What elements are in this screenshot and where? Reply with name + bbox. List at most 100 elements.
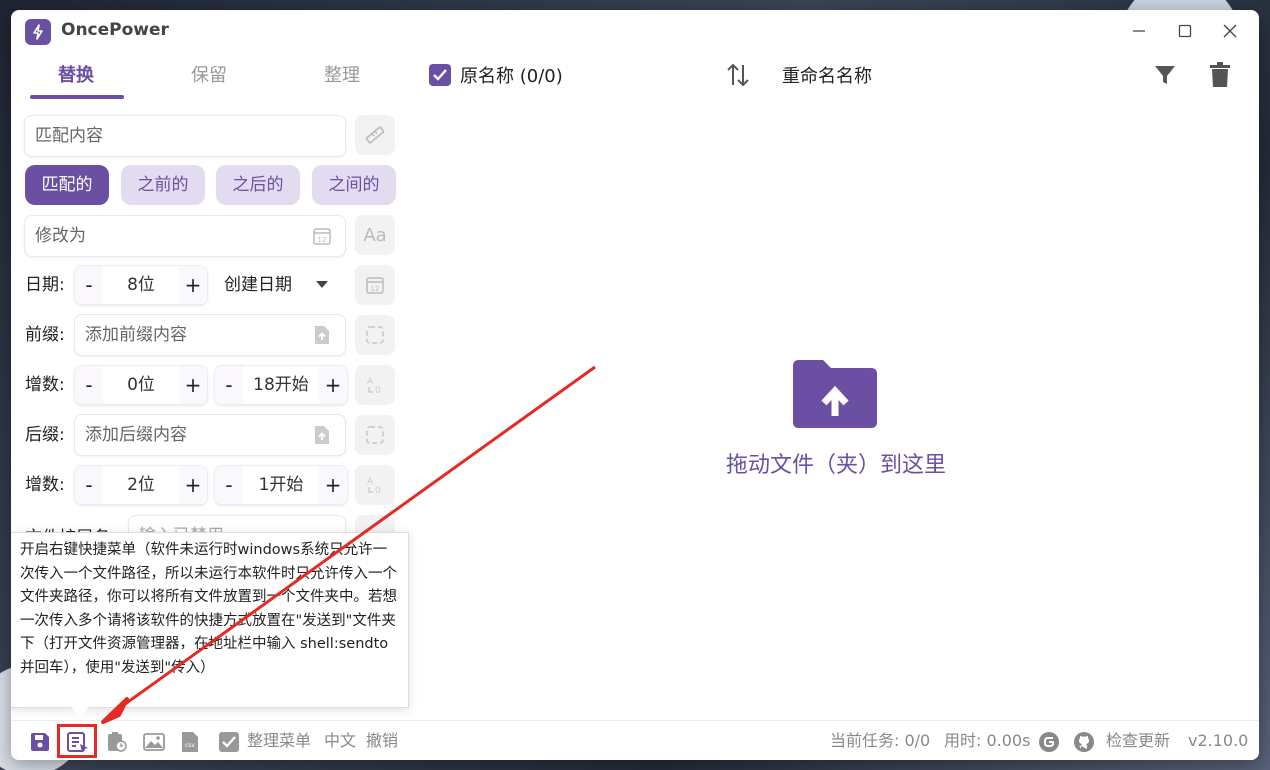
ruler-icon (365, 126, 385, 144)
prefix-counter-start-stepper[interactable]: - 18开始 + (214, 365, 348, 405)
date-digits-decrement[interactable]: - (75, 266, 103, 304)
prefix-counter-digits-increment[interactable]: + (179, 366, 207, 404)
prefix-counter-label: 增数: (25, 375, 65, 395)
prefix-counter-format-button[interactable]: A0 (355, 365, 395, 405)
suffix-input[interactable]: 添加后缀内容 (74, 414, 346, 456)
suffix-label: 后缀: (25, 425, 65, 445)
trash-icon (1210, 62, 1230, 87)
prefix-placeholder: 添加前缀内容 (85, 325, 187, 345)
date-insert-button[interactable]: 12 (355, 265, 395, 305)
svg-text:12: 12 (318, 236, 327, 244)
highlight-annotation (57, 724, 97, 758)
dropzone-text: 拖动文件（夹）到这里 (725, 453, 946, 478)
suffix-counter-digits-value: 2位 (127, 475, 155, 495)
tooltip-arrow (71, 707, 89, 716)
app-window: OncePower 替换 保留 整理 匹配内容 匹配的 之前的 之后的 之间的 … (11, 10, 1259, 760)
check-icon (433, 69, 447, 81)
svg-text:A: A (367, 377, 374, 387)
date-label: 日期: (25, 275, 65, 295)
date-type-select[interactable]: 创建日期 (224, 265, 334, 305)
match-content-input[interactable]: 匹配内容 (24, 115, 346, 157)
prefix-counter-start-decrement[interactable]: - (215, 366, 243, 404)
suffix-placeholder: 添加后缀内容 (85, 425, 187, 445)
image-button[interactable] (143, 731, 165, 753)
svg-text:12: 12 (371, 285, 380, 293)
undo-button[interactable]: 撤销 (366, 730, 398, 752)
suffix-counter-label: 增数: (25, 475, 65, 495)
github-icon (1074, 732, 1094, 752)
modify-to-input[interactable]: 修改为 12 (24, 215, 346, 257)
image-icon (143, 733, 165, 751)
maximize-button[interactable] (1170, 18, 1200, 44)
mode-after-button[interactable]: 之后的 (216, 165, 300, 205)
suffix-counter-format-button[interactable]: A0 (355, 465, 395, 505)
mode-match-button[interactable]: 匹配的 (25, 165, 109, 205)
chevron-down-icon (316, 281, 328, 288)
suffix-counter-digits-stepper[interactable]: - 2位 + (74, 465, 208, 505)
save-icon (31, 733, 49, 751)
github-link[interactable] (1073, 731, 1095, 753)
sort-alpha-numeric-icon: A0 (367, 377, 381, 396)
elapsed-time: 用时: 0.00s (944, 731, 1031, 750)
version-label: v2.10.0 (1188, 731, 1249, 750)
ruler-button[interactable] (355, 115, 395, 155)
calendar-icon[interactable]: 12 (313, 226, 331, 246)
csv-export-button[interactable]: csv (179, 731, 201, 753)
clipboard-history-button[interactable] (106, 731, 128, 753)
app-title: OncePower (61, 20, 169, 40)
organize-menu-label[interactable]: 整理菜单 (247, 730, 311, 752)
date-digits-increment[interactable]: + (179, 266, 207, 304)
suffix-counter-start-decrement[interactable]: - (215, 466, 243, 504)
rename-name-header: 重命名名称 (782, 66, 872, 87)
suffix-counter-start-stepper[interactable]: - 1开始 + (214, 465, 348, 505)
prefix-counter-digits-decrement[interactable]: - (75, 366, 103, 404)
date-type-value: 创建日期 (224, 275, 292, 295)
gitee-icon (1039, 732, 1059, 752)
mode-before-button[interactable]: 之前的 (121, 165, 205, 205)
minimize-button[interactable] (1124, 18, 1154, 44)
context-menu-tooltip: 开启右键快捷菜单（软件未运行时windows系统只允许一次传入一个文件路径，所以… (11, 532, 409, 708)
sort-alpha-numeric-icon: A0 (367, 477, 381, 496)
tab-organize[interactable]: 整理 (295, 58, 389, 98)
check-update-link[interactable]: 检查更新 (1106, 730, 1170, 752)
date-digits-value: 8位 (127, 275, 155, 295)
prefix-expand-button[interactable] (355, 315, 395, 355)
gitee-link[interactable] (1038, 731, 1060, 753)
filter-icon (1155, 66, 1175, 84)
dropzone[interactable]: 拖动文件（夹）到这里 (711, 355, 961, 485)
prefix-input[interactable]: 添加前缀内容 (74, 314, 346, 356)
svg-text:0: 0 (375, 386, 381, 396)
filter-button[interactable] (1153, 63, 1177, 87)
expand-frame-icon (366, 326, 384, 344)
save-button[interactable] (29, 731, 51, 753)
file-upload-icon[interactable] (313, 325, 331, 345)
file-upload-icon[interactable] (313, 425, 331, 445)
prefix-label: 前缀: (25, 325, 65, 345)
expand-frame-icon (366, 426, 384, 444)
case-toggle-button[interactable]: Aa (355, 215, 395, 255)
mode-tabs: 替换 保留 整理 (29, 58, 404, 110)
tab-keep[interactable]: 保留 (162, 58, 256, 98)
swap-sort-button[interactable] (724, 61, 752, 89)
tab-replace[interactable]: 替换 (29, 58, 123, 98)
suffix-counter-digits-decrement[interactable]: - (75, 466, 103, 504)
svg-text:A: A (367, 477, 374, 487)
bottom-toolbar: csv 整理菜单 中文 撤销 当前任务: 0/0 用时: 0.00s 检查更新 … (11, 720, 1259, 760)
date-digits-stepper[interactable]: - 8位 + (74, 265, 208, 305)
prefix-counter-start-increment[interactable]: + (319, 366, 347, 404)
suffix-counter-digits-increment[interactable]: + (179, 466, 207, 504)
suffix-expand-button[interactable] (355, 415, 395, 455)
original-name-checkbox[interactable] (429, 64, 451, 86)
prefix-counter-digits-stepper[interactable]: - 0位 + (74, 365, 208, 405)
swap-vertical-icon (727, 63, 749, 87)
close-button[interactable] (1215, 18, 1245, 44)
organize-menu-checkbox[interactable] (218, 731, 240, 753)
svg-text:0: 0 (375, 486, 381, 496)
original-name-header: 原名称 (0/0) (460, 66, 563, 87)
suffix-counter-start-increment[interactable]: + (319, 466, 347, 504)
checkbox-checked-icon (219, 732, 239, 752)
language-toggle[interactable]: 中文 (324, 730, 356, 752)
modify-to-placeholder: 修改为 (35, 226, 86, 246)
mode-between-button[interactable]: 之间的 (312, 165, 396, 205)
clear-list-button[interactable] (1209, 62, 1231, 88)
